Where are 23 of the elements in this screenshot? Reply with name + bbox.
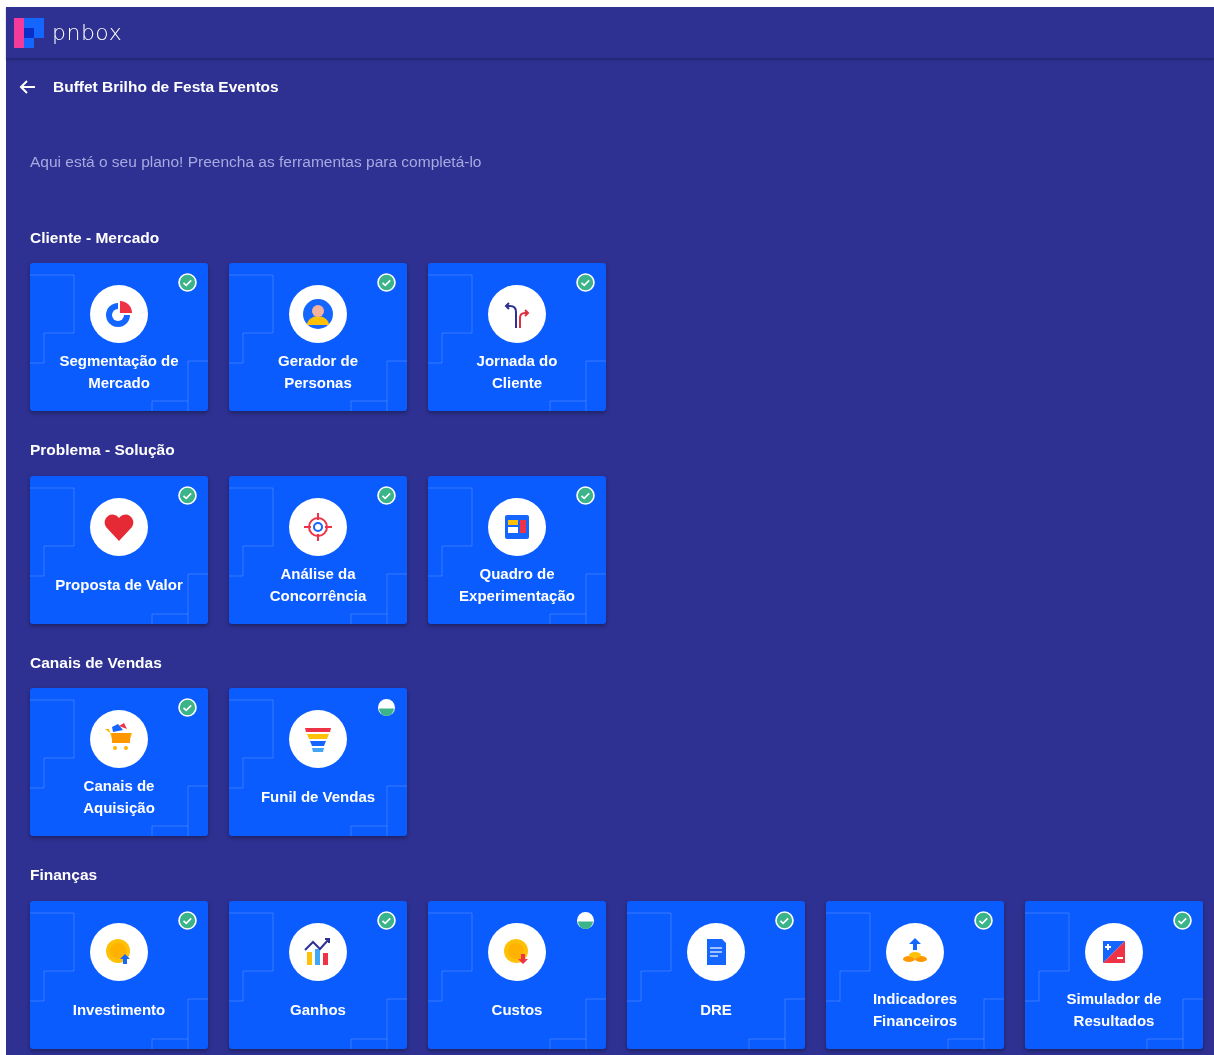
back-button[interactable] [18, 78, 36, 95]
tool-card[interactable]: Simulador de Resultados [1025, 900, 1203, 1049]
section-heading: Cliente - Mercado [30, 228, 161, 248]
tool-card[interactable]: Canais de Aquisição [30, 688, 208, 837]
tool-card[interactable]: Proposta de Valor [30, 475, 208, 624]
tool-card[interactable]: Segmentação de Mercado [30, 263, 208, 412]
tool-card[interactable]: Custos [428, 900, 606, 1049]
section-heading: Canais de Vendas [30, 653, 163, 673]
tool-card[interactable]: DRE [627, 900, 805, 1049]
brand-name: pnbox [52, 19, 123, 47]
tool-card[interactable]: Gerador de Personas [229, 263, 407, 412]
tool-card[interactable]: Investimento [30, 900, 208, 1049]
tool-card[interactable]: Ganhos [229, 900, 407, 1049]
page-title: Buffet Brilho de Festa Eventos [53, 77, 279, 97]
section-heading: Problema - Solução [30, 441, 176, 460]
tool-card[interactable]: Quadro de Experimentação [428, 475, 606, 624]
tool-card[interactable]: Análise da Concorrência [229, 475, 407, 624]
tool-card[interactable]: Funil de Vendas [229, 688, 407, 837]
intro-text: Aqui está o seu plano! Preencha as ferramentas para completá-lo [30, 152, 483, 173]
tool-card[interactable]: Jornada do Cliente [428, 263, 606, 412]
tool-card[interactable]: Indicadores Financeiros [826, 900, 1004, 1049]
section-heading: Finanças [30, 866, 99, 885]
logo-icon [14, 17, 44, 48]
